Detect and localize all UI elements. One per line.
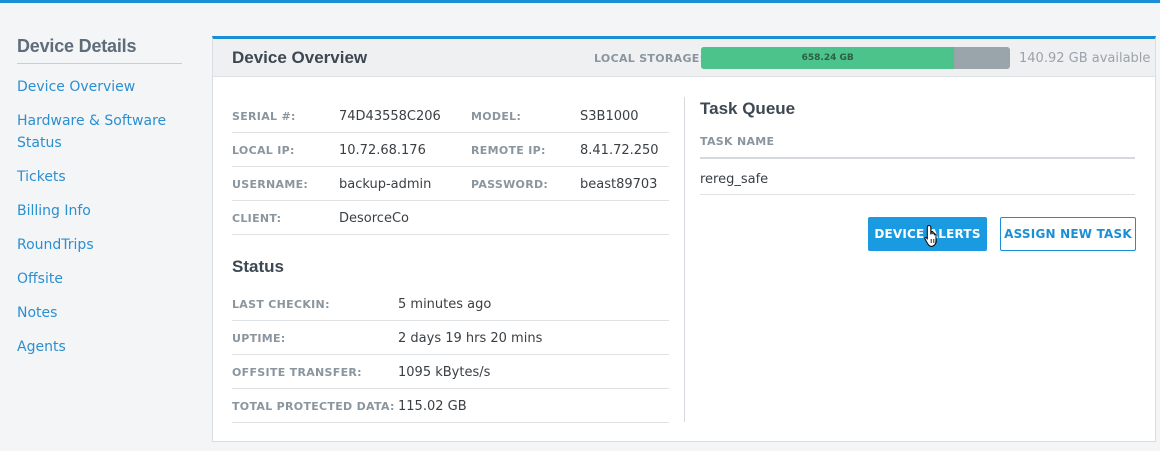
status-row: OFFSITE TRANSFER: 1095 kBytes/s bbox=[232, 355, 669, 389]
local-ip-label: LOCAL IP: bbox=[232, 144, 295, 157]
storage-bar: 658.24 GB bbox=[701, 47, 1010, 69]
local-ip-value: 10.72.68.176 bbox=[339, 143, 426, 158]
task-name-column-header: TASK NAME bbox=[700, 135, 1135, 159]
status-row: TOTAL PROTECTED DATA: 115.02 GB bbox=[232, 389, 669, 423]
client-value: DesorceCo bbox=[339, 211, 409, 226]
detail-row: LOCAL IP: 10.72.68.176 REMOTE IP: 8.41.7… bbox=[232, 133, 669, 167]
storage-label: LOCAL STORAGE: bbox=[594, 52, 705, 65]
sidebar-item-offsite[interactable]: Offsite bbox=[17, 268, 182, 290]
status-row: UPTIME: 2 days 19 hrs 20 mins bbox=[232, 321, 669, 355]
storage-used-fill: 658.24 GB bbox=[701, 47, 955, 69]
serial-label: SERIAL #: bbox=[232, 110, 296, 123]
username-value: backup-admin bbox=[339, 177, 432, 192]
offsite-transfer-label: OFFSITE TRANSFER: bbox=[232, 366, 362, 379]
task-row[interactable]: rereg_safe bbox=[700, 161, 1135, 195]
status-title: Status bbox=[232, 257, 284, 276]
uptime-value: 2 days 19 hrs 20 mins bbox=[398, 331, 543, 346]
password-label: PASSWORD: bbox=[471, 178, 549, 191]
sidebar-item-agents[interactable]: Agents bbox=[17, 336, 182, 358]
panel-title: Device Overview bbox=[232, 48, 368, 67]
sidebar-item-billing-info[interactable]: Billing Info bbox=[17, 200, 182, 222]
offsite-transfer-value: 1095 kBytes/s bbox=[398, 365, 491, 380]
sidebar-item-notes[interactable]: Notes bbox=[17, 302, 182, 324]
storage-used-text: 658.24 GB bbox=[801, 53, 854, 63]
detail-row: SERIAL #: 74D43558C206 MODEL: S3B1000 bbox=[232, 99, 669, 133]
last-checkin-value: 5 minutes ago bbox=[398, 297, 492, 312]
sidebar-item-device-overview[interactable]: Device Overview bbox=[17, 76, 182, 98]
sidebar-item-hardware-software-status[interactable]: Hardware & Software Status bbox=[17, 110, 182, 154]
status-row: LAST CHECKIN: 5 minutes ago bbox=[232, 287, 669, 321]
sidebar-title: Device Details bbox=[17, 36, 182, 64]
panel-header: Device Overview LOCAL STORAGE: 658.24 GB… bbox=[213, 39, 1155, 77]
sidebar-item-tickets[interactable]: Tickets bbox=[17, 166, 182, 188]
remote-ip-value: 8.41.72.250 bbox=[580, 143, 659, 158]
status-table: LAST CHECKIN: 5 minutes ago UPTIME: 2 da… bbox=[232, 287, 669, 423]
client-label: CLIENT: bbox=[232, 212, 282, 225]
username-label: USERNAME: bbox=[232, 178, 309, 191]
total-protected-data-value: 115.02 GB bbox=[398, 399, 467, 414]
task-queue-title: Task Queue bbox=[700, 99, 796, 118]
assign-new-task-button[interactable]: ASSIGN NEW TASK bbox=[1000, 217, 1136, 251]
serial-value: 74D43558C206 bbox=[339, 109, 441, 124]
password-value: beast89703 bbox=[580, 177, 658, 192]
sidebar-nav: Device Overview Hardware & Software Stat… bbox=[17, 76, 182, 358]
storage-available: 140.92 GB available bbox=[1019, 51, 1151, 66]
sidebar: Device Details Device Overview Hardware … bbox=[17, 36, 182, 370]
last-checkin-label: LAST CHECKIN: bbox=[232, 298, 330, 311]
uptime-label: UPTIME: bbox=[232, 332, 286, 345]
device-overview-panel: Device Overview LOCAL STORAGE: 658.24 GB… bbox=[212, 36, 1156, 442]
detail-row: USERNAME: backup-admin PASSWORD: beast89… bbox=[232, 167, 669, 201]
top-accent-bar bbox=[0, 0, 1160, 3]
detail-row: CLIENT: DesorceCo bbox=[232, 201, 669, 235]
model-value: S3B1000 bbox=[580, 109, 639, 124]
device-details-table: SERIAL #: 74D43558C206 MODEL: S3B1000 LO… bbox=[232, 99, 669, 235]
hand-pointer-cursor-icon bbox=[924, 224, 937, 248]
remote-ip-label: REMOTE IP: bbox=[471, 144, 546, 157]
total-protected-data-label: TOTAL PROTECTED DATA: bbox=[232, 400, 395, 413]
model-label: MODEL: bbox=[471, 110, 522, 123]
column-divider bbox=[684, 97, 685, 422]
sidebar-item-roundtrips[interactable]: RoundTrips bbox=[17, 234, 182, 256]
